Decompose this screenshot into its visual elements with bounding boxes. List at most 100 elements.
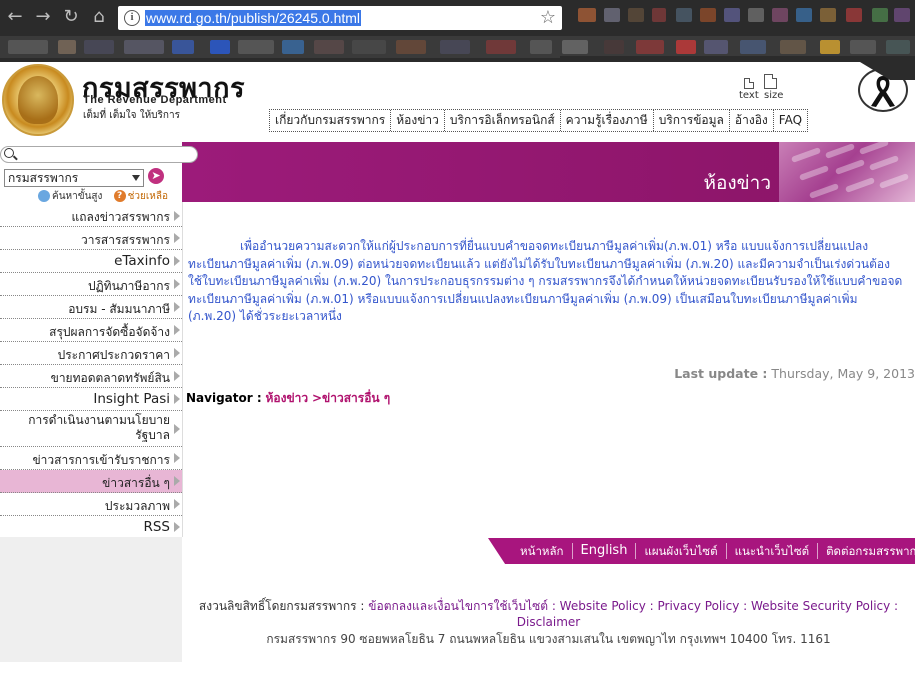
footer-link-site-intro[interactable]: แนะนำเว็บไซต์: [727, 543, 819, 559]
info-icon[interactable]: i: [124, 10, 140, 26]
bookmark-item[interactable]: [850, 40, 876, 54]
extension-icon[interactable]: [872, 8, 888, 22]
bookmark-item[interactable]: [210, 40, 230, 54]
breadcrumb-other-news[interactable]: ข่าวสารอื่น ๆ: [322, 391, 390, 405]
advanced-search-link[interactable]: ค้นหาขั้นสูง: [52, 191, 102, 202]
bookmark-item[interactable]: [396, 40, 426, 54]
sidebar-item-auction[interactable]: ขายทอดตลาดทรัพย์สิน: [0, 365, 182, 388]
sidebar-item-training[interactable]: อบรม - สัมมนาภาษี: [0, 296, 182, 319]
bookmark-item[interactable]: [604, 40, 624, 54]
sidebar-item-insight-pasi[interactable]: Insight Pasi: [0, 388, 182, 411]
back-arrow-icon[interactable]: ←: [4, 6, 26, 28]
sidebar-item-etaxinfo[interactable]: eTaxinfo: [0, 250, 182, 273]
size-label[interactable]: size: [764, 90, 783, 101]
extension-icon[interactable]: [676, 8, 692, 22]
copyright-notice: สงวนลิขสิทธิ์โดยกรมสรรพากร : ข้อตกลงและเ…: [182, 598, 915, 630]
extension-icon[interactable]: [628, 8, 644, 22]
sidebar-item-label: ปฏิทินภาษีอากร: [87, 279, 170, 293]
extension-icon[interactable]: [724, 8, 740, 22]
bookmark-item[interactable]: [704, 40, 728, 54]
revenue-department-seal-icon[interactable]: [2, 64, 74, 136]
sidebar-item-press-release[interactable]: แถลงข่าวสรรพากร: [0, 206, 182, 227]
sidebar-item-journal[interactable]: วารสารสรรพากร: [0, 227, 182, 250]
nav-information-services[interactable]: บริการข้อมูล: [654, 110, 730, 131]
section-banner: ห้องข่าว: [182, 139, 915, 202]
extension-icon[interactable]: [846, 8, 862, 22]
bookmark-item[interactable]: [740, 40, 766, 54]
bookmark-item[interactable]: [440, 40, 470, 54]
footer-link-home[interactable]: หน้าหลัก: [512, 543, 573, 559]
nav-faq[interactable]: FAQ: [774, 110, 807, 131]
footer-address: กรมสรรพากร 90 ซอยพหลโยธิน 7 ถนนพหลโยธิน …: [266, 632, 831, 646]
sidebar-item-rss[interactable]: RSS: [0, 516, 182, 538]
sidebar-item-procurement[interactable]: สรุปผลการจัดซื้อจัดจ้าง: [0, 319, 182, 342]
sidebar-item-label: RSS: [143, 519, 170, 535]
policy-links[interactable]: ข้อตกลงและเงื่อนไขการใช้เว็บไซต์ : Websi…: [368, 599, 898, 629]
bookmark-item[interactable]: [486, 40, 516, 54]
chevron-right-icon: [174, 325, 180, 335]
bookmark-item[interactable]: [676, 40, 696, 54]
bookmark-item[interactable]: [352, 40, 386, 54]
bookmark-item[interactable]: [820, 40, 840, 54]
search-scope-select[interactable]: กรมสรรพากร: [4, 169, 144, 187]
bookmark-item[interactable]: [84, 40, 114, 54]
sidebar-item-gallery[interactable]: ประมวลภาพ: [0, 493, 182, 516]
bookmark-item[interactable]: [238, 40, 274, 54]
sidebar-item-label: การดำเนินงานตามนโยบายรัฐบาล: [28, 413, 170, 442]
bookmark-item[interactable]: [282, 40, 304, 54]
extension-icon[interactable]: [772, 8, 788, 22]
search-input[interactable]: [0, 146, 198, 163]
sidebar-item-other-news[interactable]: ข่าวสารอื่น ๆ: [0, 470, 182, 493]
chevron-right-icon: [174, 279, 180, 289]
bookmark-item[interactable]: [780, 40, 806, 54]
url-text[interactable]: www.rd.go.th/publish/26245.0.html: [145, 10, 362, 26]
extension-icon[interactable]: [578, 8, 596, 22]
bookmark-item[interactable]: [886, 40, 910, 54]
footer-link-contact[interactable]: ติดต่อกรมสรรพากร: [818, 543, 915, 559]
left-sidebar: กรมสรรพากร ➤ ค้นหาขั้นสูง ? ช่วยเหลือ แถล…: [0, 142, 198, 662]
nav-tax-knowledge[interactable]: ความรู้เรื่องภาษี: [561, 110, 654, 131]
extension-icon[interactable]: [604, 8, 620, 22]
reload-icon[interactable]: ↻: [60, 6, 82, 28]
text-label[interactable]: text: [739, 90, 759, 101]
keyboard-photo: [779, 139, 915, 202]
sidebar-item-government-policy[interactable]: การดำเนินงานตามนโยบายรัฐบาล: [0, 411, 182, 447]
extension-icon[interactable]: [748, 8, 764, 22]
extension-icon[interactable]: [820, 8, 836, 22]
bookmark-item[interactable]: [124, 40, 164, 54]
site-tagline: เต็มที่ เต็มใจ ให้บริการ: [83, 110, 180, 121]
bookmark-star-icon[interactable]: ☆: [540, 7, 556, 28]
bookmark-item[interactable]: [8, 40, 48, 54]
bookmark-item[interactable]: [636, 40, 664, 54]
home-icon[interactable]: ⌂: [88, 6, 110, 28]
extension-icon[interactable]: [796, 8, 812, 22]
sidebar-item-recruitment[interactable]: ข่าวสารการเข้ารับราชการ: [0, 447, 182, 470]
nav-reference[interactable]: อ้างอิง: [730, 110, 774, 131]
bookmark-item[interactable]: [58, 40, 76, 54]
sidebar-item-tax-calendar[interactable]: ปฏิทินภาษีอากร: [0, 273, 182, 296]
extension-icon[interactable]: [652, 8, 666, 22]
bookmark-item[interactable]: [530, 40, 552, 54]
extension-icon[interactable]: [700, 8, 716, 22]
address-bar[interactable]: i www.rd.go.th/publish/26245.0.html ☆: [118, 6, 562, 30]
nav-e-services[interactable]: บริการอิเล็กทรอนิกส์: [445, 110, 561, 131]
extension-icon[interactable]: [894, 8, 910, 22]
header-corner-band: [560, 56, 915, 80]
footer-link-sitemap[interactable]: แผนผังเว็บไซต์: [636, 543, 727, 559]
bookmark-item[interactable]: [172, 40, 194, 54]
help-link[interactable]: ช่วยเหลือ: [128, 191, 168, 202]
breadcrumb-newsroom[interactable]: ห้องข่าว: [265, 391, 308, 405]
top-navigation: เกี่ยวกับกรมสรรพากร ห้องข่าว บริการอิเล็…: [269, 109, 809, 132]
chevron-right-icon: [174, 256, 180, 266]
chevron-right-icon: [174, 499, 180, 509]
search-go-button[interactable]: ➤: [148, 168, 164, 184]
nav-newsroom[interactable]: ห้องข่าว: [391, 110, 445, 131]
footer-link-english[interactable]: English: [573, 543, 637, 559]
bookmark-item[interactable]: [314, 40, 344, 54]
forward-arrow-icon[interactable]: →: [32, 6, 54, 28]
sidebar-item-bidding[interactable]: ประกาศประกวดราคา: [0, 342, 182, 365]
nav-about[interactable]: เกี่ยวกับกรมสรรพากร: [270, 110, 392, 131]
bookmark-item[interactable]: [562, 40, 588, 54]
main-content: เพื่ออำนวยความสะดวกให้แก่ผู้ประกอบการที่…: [182, 202, 915, 537]
last-update-value: Thursday, May 9, 2013: [771, 366, 915, 381]
